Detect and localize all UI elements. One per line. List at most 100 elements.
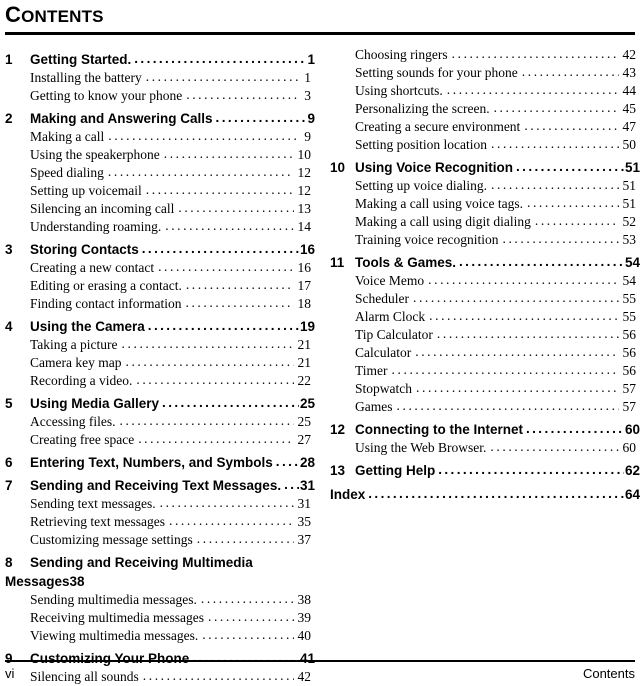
- toc-leader-dots: ........................................…: [416, 379, 619, 397]
- toc-entry[interactable]: Creating a new contact..................…: [30, 259, 315, 277]
- toc-leader-dots: ........................................…: [108, 163, 294, 181]
- toc-leader-dots: ........................................…: [136, 371, 293, 389]
- toc-entry[interactable]: Making a call...........................…: [30, 128, 315, 146]
- toc-chapter[interactable]: 11Tools & Games.........................…: [330, 253, 640, 272]
- toc-entry-title: Receiving multimedia messages: [30, 609, 208, 627]
- toc-entry[interactable]: Personalizing the screen................…: [355, 100, 640, 118]
- toc-entry[interactable]: Sending text messages...................…: [30, 495, 315, 513]
- toc-index-page-number: 64: [624, 485, 640, 504]
- toc-entry[interactable]: Creating free space.....................…: [30, 431, 315, 449]
- toc-entry[interactable]: Setting up voicemail....................…: [30, 182, 315, 200]
- toc-chapter[interactable]: 7Sending and Receiving Text Messages....…: [5, 476, 315, 495]
- toc-leader-dots: ........................................…: [502, 230, 618, 248]
- toc-entry-title: Creating a secure environment: [355, 118, 524, 136]
- toc-entry-title: Silencing an incoming call: [30, 200, 178, 218]
- toc-entry[interactable]: Calculator..............................…: [355, 344, 640, 362]
- toc-entry[interactable]: Choosing ringers........................…: [355, 46, 640, 64]
- toc-leader-dots: ........................................…: [178, 199, 293, 217]
- toc-entry[interactable]: Retrieving text messages................…: [30, 513, 315, 531]
- toc-entry-page-number: 51: [619, 195, 640, 213]
- toc-entry[interactable]: Getting to know your phone..............…: [30, 87, 315, 105]
- toc-chapter-number: 10: [330, 158, 355, 177]
- toc-entry-title: Games: [355, 398, 397, 416]
- toc-entry-title: Getting to know your phone: [30, 87, 186, 105]
- toc-entry[interactable]: Setting position location...............…: [355, 136, 640, 154]
- toc-chapter-title: Getting Help: [355, 461, 438, 480]
- toc-entry[interactable]: Scheduler...............................…: [355, 290, 640, 308]
- toc-entry[interactable]: Receiving multimedia messages...........…: [30, 609, 315, 627]
- toc-entry[interactable]: Editing or erasing a contact............…: [30, 277, 315, 295]
- toc-entry-title: Installing the battery: [30, 69, 146, 87]
- toc-entry-title: Creating free space: [30, 431, 138, 449]
- toc-entry[interactable]: Setting up voice dialing................…: [355, 177, 640, 195]
- toc-chapter-title: Using the Camera: [30, 317, 148, 336]
- toc-entry[interactable]: Recording a video.......................…: [30, 372, 315, 390]
- toc-entry-title: Viewing multimedia messages.: [30, 627, 202, 645]
- toc-entry[interactable]: Taking a picture........................…: [30, 336, 315, 354]
- toc-leader-dots: ........................................…: [185, 294, 293, 312]
- toc-entry-title: Calculator: [355, 344, 415, 362]
- toc-entry[interactable]: Camera key map..........................…: [30, 354, 315, 372]
- toc-entry-page-number: 40: [294, 627, 316, 645]
- page-footer: vi Contents: [5, 660, 635, 681]
- toc-entry[interactable]: Voice Memo..............................…: [355, 272, 640, 290]
- toc-entry[interactable]: Understanding roaming...................…: [30, 218, 315, 236]
- toc-entry[interactable]: Games...................................…: [355, 398, 640, 416]
- toc-chapter[interactable]: 12Connecting to the Internet............…: [330, 420, 640, 439]
- toc-chapter-number: 1: [5, 50, 30, 69]
- toc-entry-page-number: 12: [294, 164, 316, 182]
- toc-entry[interactable]: Customizing message settings............…: [30, 531, 315, 549]
- toc-chapter[interactable]: 1Getting Started........................…: [5, 50, 315, 69]
- toc-entry[interactable]: Training voice recognition..............…: [355, 231, 640, 249]
- toc-entry-page-number: 42: [619, 46, 640, 64]
- toc-entry[interactable]: Using the speakerphone..................…: [30, 146, 315, 164]
- toc-leader-dots: ........................................…: [165, 217, 293, 235]
- toc-leader-dots: ........................................…: [125, 353, 293, 371]
- toc-entry-page-number: 35: [294, 513, 316, 531]
- toc-leader-dots: ........................................…: [146, 68, 301, 86]
- toc-entry-page-number: 13: [294, 200, 316, 218]
- toc-chapter[interactable]: 4Using the Camera.......................…: [5, 317, 315, 336]
- toc-leader-dots: ........................................…: [169, 512, 294, 530]
- toc-entry-title: Finding contact information: [30, 295, 185, 313]
- toc-chapter[interactable]: 8Sending and Receiving MultimediaMessage…: [5, 553, 315, 591]
- toc-entry[interactable]: Alarm Clock.............................…: [355, 308, 640, 326]
- toc-leader-dots: ........................................…: [415, 343, 618, 361]
- toc-entry-page-number: 18: [294, 295, 316, 313]
- toc-chapter-number: 12: [330, 420, 355, 439]
- toc-entry[interactable]: Tip Calculator..........................…: [355, 326, 640, 344]
- toc-entry-title: Training voice recognition: [355, 231, 502, 249]
- toc-entry[interactable]: Making a call using voice tags..........…: [355, 195, 640, 213]
- toc-chapter[interactable]: 10Using Voice Recognition...............…: [330, 158, 640, 177]
- toc-entry-title: Camera key map: [30, 354, 125, 372]
- toc-leader-dots: ........................................…: [397, 397, 619, 415]
- toc-entry-title: Stopwatch: [355, 380, 416, 398]
- toc-chapter[interactable]: 6Entering Text, Numbers, and Symbols....…: [5, 453, 315, 472]
- toc-entry-page-number: 56: [619, 326, 640, 344]
- toc-chapter-title: Connecting to the Internet: [355, 420, 526, 439]
- toc-entry[interactable]: Sending multimedia messages.............…: [30, 591, 315, 609]
- toc-entry[interactable]: Making a call using digit dialing.......…: [355, 213, 640, 231]
- toc-entry[interactable]: Using the Web Browser...................…: [355, 439, 640, 457]
- toc-entry[interactable]: Accessing files.........................…: [30, 413, 315, 431]
- toc-leader-dots: ........................................…: [162, 393, 299, 412]
- toc-chapter-page-number: 62: [624, 461, 640, 480]
- toc-entry[interactable]: Timer...................................…: [355, 362, 640, 380]
- toc-leader-dots: ........................................…: [491, 176, 619, 194]
- toc-entry[interactable]: Using shortcuts.........................…: [355, 82, 640, 100]
- toc-chapter[interactable]: 5Using Media Gallery....................…: [5, 394, 315, 413]
- toc-entry[interactable]: Speed dialing...........................…: [30, 164, 315, 182]
- toc-entry[interactable]: Setting sounds for your phone...........…: [355, 64, 640, 82]
- toc-chapter-page-number: 1: [306, 50, 315, 69]
- toc-chapter[interactable]: 13Getting Help..........................…: [330, 461, 640, 480]
- toc-entry[interactable]: Creating a secure environment...........…: [355, 118, 640, 136]
- toc-entry[interactable]: Installing the battery..................…: [30, 69, 315, 87]
- toc-index-entry[interactable]: Index...................................…: [330, 485, 640, 504]
- toc-entry[interactable]: Finding contact information.............…: [30, 295, 315, 313]
- toc-entry[interactable]: Stopwatch...............................…: [355, 380, 640, 398]
- toc-entry[interactable]: Silencing an incoming call..............…: [30, 200, 315, 218]
- toc-entry-page-number: 56: [619, 362, 640, 380]
- toc-chapter[interactable]: 2Making and Answering Calls.............…: [5, 109, 315, 128]
- toc-entry[interactable]: Viewing multimedia messages.............…: [30, 627, 315, 645]
- toc-chapter[interactable]: 3Storing Contacts.......................…: [5, 240, 315, 259]
